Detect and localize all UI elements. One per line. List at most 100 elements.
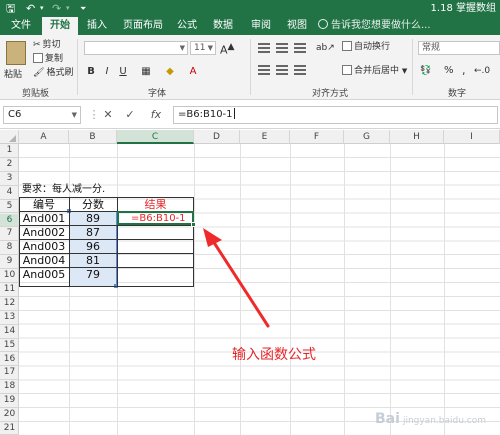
row-header[interactable]: 1: [0, 144, 19, 158]
tab-home[interactable]: 开始: [42, 17, 78, 35]
column-header-g[interactable]: G: [344, 130, 390, 144]
ribbon-tab-bar: 文件 开始 插入 页面布局 公式 数据 审阅 视图 告诉我您想要做什么...: [0, 17, 500, 35]
format-painter-button[interactable]: 🖌 格式刷: [33, 67, 73, 79]
comma-button[interactable]: ,: [462, 65, 466, 77]
id-cell[interactable]: And002: [19, 226, 69, 239]
baidu-watermark: Bai jingyan.baidu.com: [375, 411, 486, 427]
row-header[interactable]: 2: [0, 158, 19, 172]
insert-function-icon[interactable]: fx: [146, 106, 166, 124]
row-header[interactable]: 16: [0, 353, 19, 367]
select-all-button[interactable]: [0, 130, 19, 144]
score-cell[interactable]: 87: [69, 226, 117, 239]
brush-icon: 🖌: [33, 68, 45, 78]
row-header[interactable]: 5: [0, 200, 19, 214]
align-center-icon[interactable]: [276, 65, 288, 75]
row-header[interactable]: 18: [0, 380, 19, 395]
wrap-text-button[interactable]: 自动换行: [342, 41, 390, 53]
row-header[interactable]: 11: [0, 283, 19, 297]
tab-view[interactable]: 视图: [282, 17, 312, 35]
tab-review[interactable]: 审阅: [246, 17, 276, 35]
row-header[interactable]: 17: [0, 366, 19, 381]
customize-toolbar-icon[interactable]: ⏷: [80, 1, 86, 16]
align-bottom-icon[interactable]: [294, 43, 306, 53]
requirement-text[interactable]: 要求：每人减一分.: [22, 183, 105, 196]
row-header[interactable]: 4: [0, 186, 19, 200]
lightbulb-icon: [318, 19, 328, 29]
score-cell[interactable]: 96: [69, 240, 117, 253]
column-header-d[interactable]: D: [194, 130, 240, 144]
align-right-icon[interactable]: [294, 65, 306, 75]
active-cell-c6[interactable]: [117, 211, 196, 227]
column-headers: A B C D E F G H I: [0, 130, 500, 144]
row-header[interactable]: 21: [0, 422, 19, 435]
header-result[interactable]: 结果: [117, 198, 194, 211]
score-cell[interactable]: 89: [69, 212, 117, 225]
column-header-e[interactable]: E: [240, 130, 290, 144]
font-name-combo[interactable]: ▼: [84, 41, 188, 55]
redo-icon[interactable]: ↷: [52, 1, 61, 16]
merge-center-button[interactable]: 合并后居中 ▼: [342, 65, 407, 77]
row-header[interactable]: 3: [0, 172, 19, 186]
cut-button[interactable]: ✂ 剪切: [33, 39, 61, 51]
id-cell[interactable]: And004: [19, 254, 69, 267]
copy-button[interactable]: 复制: [33, 53, 63, 65]
column-header-i[interactable]: I: [444, 130, 500, 144]
header-id[interactable]: 编号: [19, 198, 69, 211]
italic-button[interactable]: I: [100, 65, 114, 79]
align-top-icon[interactable]: [258, 43, 270, 53]
row-header[interactable]: 20: [0, 408, 19, 422]
row-header[interactable]: 10: [0, 269, 19, 283]
bold-button[interactable]: B: [84, 65, 98, 79]
tell-me-box[interactable]: 告诉我您想要做什么...: [318, 17, 431, 35]
align-middle-icon[interactable]: [276, 43, 288, 53]
percent-button[interactable]: %: [444, 65, 454, 77]
increase-font-icon[interactable]: A▲: [220, 41, 235, 57]
font-size-combo[interactable]: 11 ▼: [190, 41, 216, 55]
paste-button[interactable]: 粘贴: [4, 67, 22, 80]
enter-icon[interactable]: ✓: [122, 106, 138, 124]
font-color-button[interactable]: A: [186, 65, 200, 79]
row-header[interactable]: 15: [0, 339, 19, 353]
row-header[interactable]: 19: [0, 394, 19, 409]
row-header[interactable]: 8: [0, 241, 19, 256]
cancel-icon[interactable]: ✕: [100, 106, 116, 124]
tab-page-layout[interactable]: 页面布局: [118, 17, 168, 35]
formula-input[interactable]: =B6:B10-1: [173, 106, 498, 124]
row-header[interactable]: 7: [0, 227, 19, 242]
number-format-combo[interactable]: 常规: [418, 41, 500, 55]
column-header-a[interactable]: A: [19, 130, 69, 144]
column-header-b[interactable]: B: [69, 130, 117, 144]
redo-dropdown-icon[interactable]: ▾: [66, 1, 70, 16]
row-header[interactable]: 13: [0, 311, 19, 325]
id-cell[interactable]: And001: [19, 212, 69, 225]
id-cell[interactable]: And003: [19, 240, 69, 253]
paste-icon[interactable]: [6, 41, 26, 65]
underline-button[interactable]: U: [116, 65, 130, 79]
name-box[interactable]: C6 ▼: [3, 106, 81, 124]
fill-color-icon[interactable]: ◆: [162, 65, 178, 79]
increase-decimal-icon[interactable]: ←.0: [474, 65, 490, 77]
tab-insert[interactable]: 插入: [82, 17, 112, 35]
score-cell[interactable]: 79: [69, 268, 117, 281]
undo-icon[interactable]: ↶: [26, 1, 35, 16]
tab-formulas[interactable]: 公式: [172, 17, 202, 35]
row-header[interactable]: 12: [0, 297, 19, 311]
column-header-f[interactable]: F: [290, 130, 344, 144]
orientation-icon[interactable]: ab↗: [316, 42, 335, 54]
currency-icon[interactable]: 💱: [420, 65, 431, 77]
save-icon[interactable]: 🖫: [6, 1, 15, 16]
column-header-c[interactable]: C: [117, 130, 194, 144]
row-header[interactable]: 14: [0, 325, 19, 339]
row-header-active[interactable]: 6: [0, 213, 19, 228]
align-left-icon[interactable]: [258, 65, 270, 75]
border-icon[interactable]: ▦: [138, 65, 154, 79]
tab-file[interactable]: 文件: [6, 17, 36, 35]
header-score[interactable]: 分数: [69, 198, 117, 211]
id-cell[interactable]: And005: [19, 268, 69, 281]
column-header-h[interactable]: H: [390, 130, 444, 144]
undo-dropdown-icon[interactable]: ▾: [40, 1, 44, 16]
row-header[interactable]: 9: [0, 255, 19, 270]
fill-handle[interactable]: [191, 222, 196, 227]
score-cell[interactable]: 81: [69, 254, 117, 267]
tab-data[interactable]: 数据: [208, 17, 238, 35]
